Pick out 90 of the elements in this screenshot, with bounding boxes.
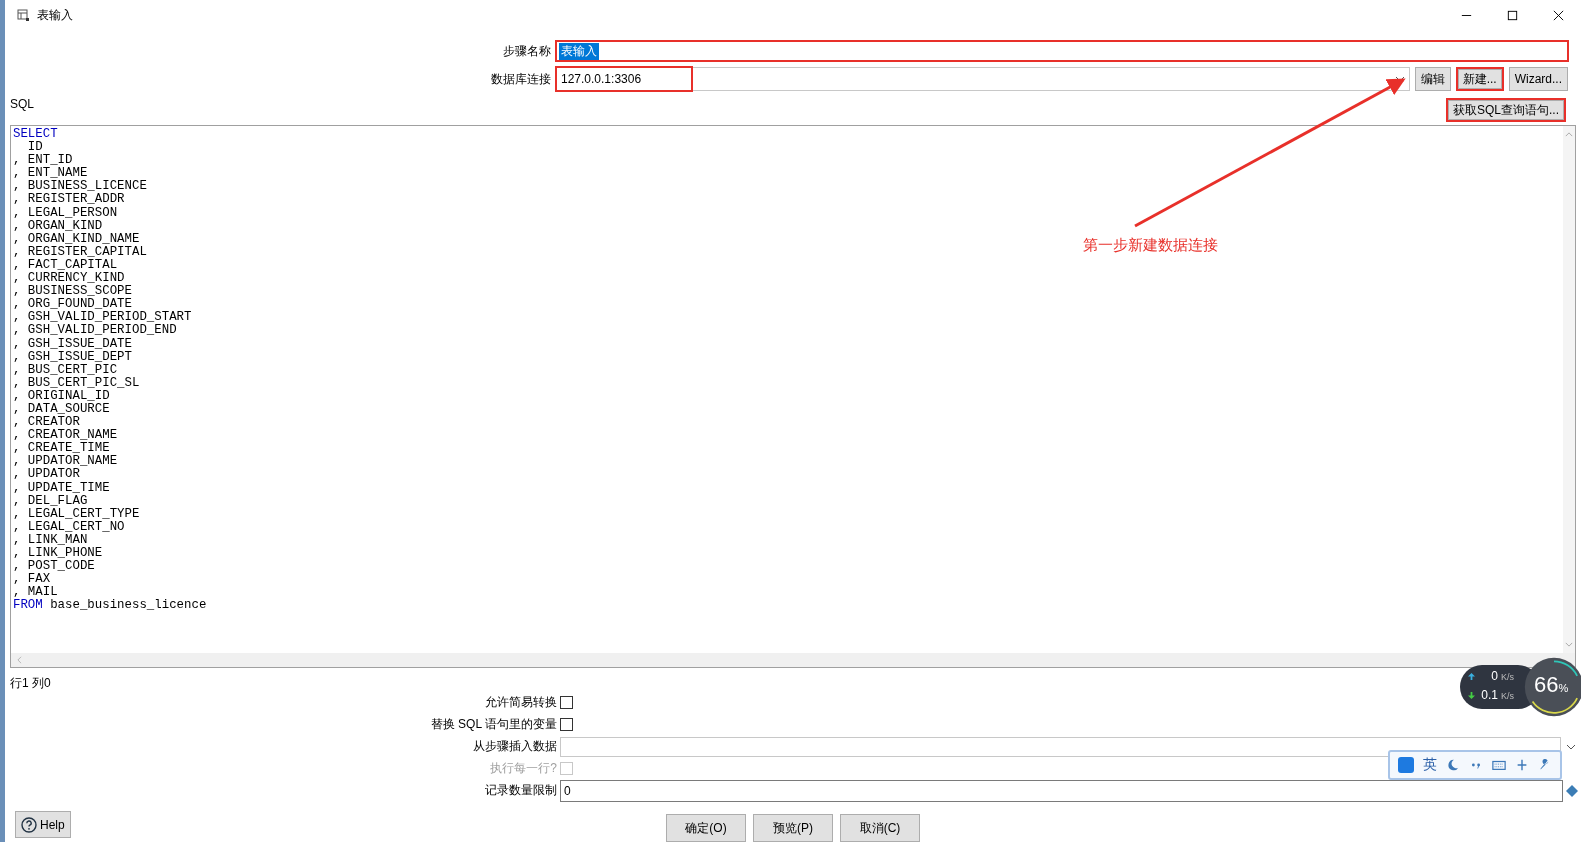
split-icon[interactable] (1515, 758, 1529, 772)
sql-line: , BUSINESS_LICENCE (13, 180, 147, 194)
sql-editor[interactable] (10, 125, 1576, 668)
sql-line: , GSH_VALID_PERIOD_START (13, 311, 192, 325)
connection-value: 127.0.0.1:3306 (557, 68, 692, 90)
sql-line: , LEGAL_CERT_NO (13, 520, 125, 534)
sql-line: , REGISTER_ADDR (13, 193, 125, 207)
connection-dropdown[interactable]: 127.0.0.1:3306 (556, 67, 1410, 91)
sql-line: , ENT_ID (13, 154, 73, 168)
caret-icon (1566, 743, 1576, 750)
help-icon (21, 816, 37, 833)
sql-line: , ENT_NAME (13, 167, 88, 181)
download-arrow-icon (1468, 692, 1475, 699)
sql-line: , LINK_MAN (13, 533, 88, 547)
moon-icon[interactable] (1446, 758, 1460, 772)
annotation-text: 第一步新建数据连接 (1083, 236, 1218, 255)
field-label: 允许简易转换 (484, 694, 557, 711)
sql-line: , ORGAN_KIND (13, 219, 103, 233)
percent-sign: % (1558, 682, 1569, 694)
sql-line: FROM base_business_licence (13, 599, 207, 613)
sql-line: , BUS_CERT_PIC (13, 363, 118, 377)
sql-line: , ORIGINAL_ID (13, 389, 110, 403)
field-label: 记录数量限制 (484, 782, 557, 799)
upload-arrow-icon (1468, 673, 1475, 680)
sql-line: , LEGAL_CERT_TYPE (13, 507, 140, 521)
sql-line: , BUS_CERT_PIC_SL (13, 376, 140, 390)
sql-line: , CURRENCY_KIND (13, 272, 125, 286)
sql-line: , MAIL (13, 586, 58, 600)
close-icon (1551, 9, 1565, 22)
sql-line: , GSH_VALID_PERIOD_END (13, 324, 177, 338)
sql-line: , UPDATE_TIME (13, 481, 110, 495)
checkbox[interactable] (560, 696, 573, 709)
dropdown-button[interactable] (1564, 743, 1576, 750)
scroll-down-icon (1565, 642, 1573, 647)
sql-label: SQL (10, 97, 34, 111)
table-icon (17, 9, 30, 22)
language-toggle[interactable]: 英 (1423, 756, 1437, 774)
field-label: 步骤名称 (502, 42, 551, 60)
sql-line: SELECT (13, 128, 58, 141)
sql-line: , UPDATOR (13, 468, 80, 482)
sql-line: , ORG_FOUND_DATE (13, 298, 132, 312)
variable-icon (1566, 784, 1578, 797)
horizontal-scrollbar[interactable] (11, 653, 1575, 667)
sql-line: , LEGAL_PERSON (13, 206, 118, 220)
usage-ring (1524, 657, 1581, 717)
help-button[interactable]: Help (15, 811, 71, 838)
limit-field[interactable]: 0 (560, 779, 1563, 802)
speed-unit: K/s (1501, 672, 1514, 682)
window-title: 表输入 (37, 7, 73, 24)
sql-line: , GSH_ISSUE_DATE (13, 337, 132, 351)
sql-line: ID (26, 141, 43, 155)
scroll-left-icon (17, 656, 22, 664)
sql-line: , DEL_FLAG (13, 494, 88, 508)
dialog-button[interactable]: 确定(O) (666, 814, 746, 842)
get-sql-button[interactable]: 获取SQL查询语句... (1446, 98, 1566, 122)
speed-unit: K/s (1501, 691, 1514, 701)
sql-line: , LINK_PHONE (13, 547, 103, 560)
field-label: 数据库连接 (490, 70, 551, 88)
sql-line: , BUSINESS_SCOPE (13, 285, 132, 299)
sql-line: , REGISTER_CAPITAL (13, 245, 147, 259)
sql-line: , UPDATOR_NAME (13, 455, 118, 469)
dialog-button[interactable]: 预览(P) (753, 814, 833, 842)
dialog-button[interactable]: 取消(C) (840, 814, 920, 842)
maximize-icon (1505, 9, 1519, 22)
sql-line: , CREATOR (13, 416, 80, 430)
sql-line: , POST_CODE (13, 560, 95, 574)
sql-line: , ORGAN_KIND_NAME (13, 232, 140, 246)
sql-line: , FACT_CAPITAL (13, 258, 118, 272)
connection-button[interactable]: Wizard... (1508, 67, 1568, 91)
download-speed: 0.1 (1480, 688, 1498, 702)
field-label: 从步骤插入数据 (472, 738, 557, 755)
caret-icon (1394, 76, 1405, 82)
cursor-position: 行1 列0 (10, 676, 51, 690)
keyboard-icon[interactable] (1492, 758, 1506, 772)
sql-line: , GSH_ISSUE_DEPT (13, 350, 132, 364)
field-label: 替换 SQL 语句里的变量 (429, 716, 557, 733)
vertical-scrollbar[interactable] (1563, 126, 1575, 653)
checkbox[interactable] (560, 718, 573, 731)
step-name-field[interactable]: 表输入 (556, 41, 1568, 61)
connection-button[interactable]: 新建... (1455, 67, 1504, 91)
sql-line: , DATA_SOURCE (13, 402, 110, 416)
ime-logo-icon (1398, 757, 1414, 773)
field-label: 执行每一行? (489, 760, 557, 777)
upload-speed: 0 (1490, 669, 1498, 683)
sql-line: , FAX (13, 573, 51, 587)
usage-percent: 66 (1534, 672, 1559, 698)
sql-line: , CREATOR_NAME (13, 429, 118, 443)
sql-line: , CREATE_TIME (13, 442, 110, 456)
scroll-up-icon (1565, 132, 1573, 137)
connection-button[interactable]: 编辑 (1414, 67, 1451, 91)
